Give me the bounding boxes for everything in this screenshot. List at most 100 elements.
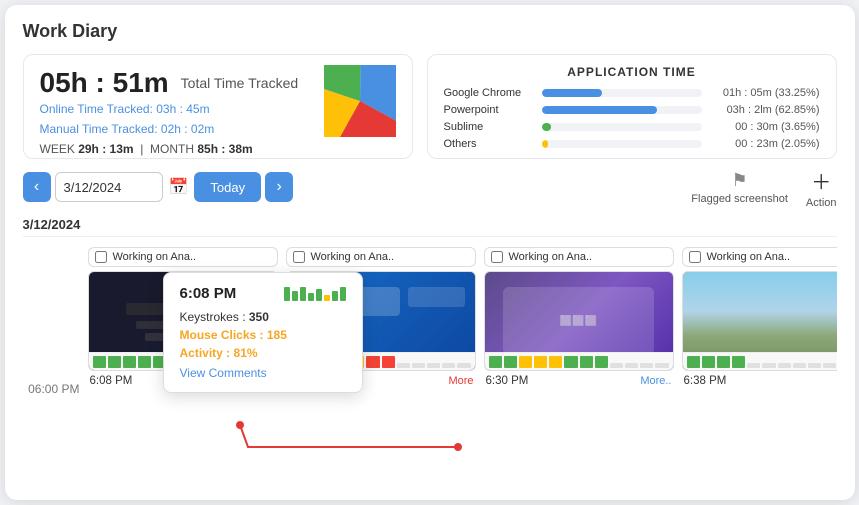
activity-bar: [108, 356, 121, 368]
activity-bars-overlay: [485, 352, 673, 370]
screenshot-header: Working on Ana..: [484, 247, 674, 267]
screenshot-img-area[interactable]: [682, 271, 837, 371]
app-bar: [542, 106, 657, 114]
activity-bar: [382, 356, 395, 368]
app-name: Google Chrome: [444, 87, 534, 99]
app-time-val: 01h : 05m (33.25%): [710, 87, 820, 99]
screenshot-title: Working on Ana..: [509, 251, 593, 263]
online-label: Online Time Tracked:: [40, 102, 153, 116]
activity-bar: [427, 363, 440, 368]
week-label: WEEK: [40, 142, 75, 156]
pie-chart: [324, 65, 396, 137]
total-time: 05h : 51m: [40, 67, 169, 99]
popup-bar: [340, 287, 346, 301]
app-bar: [542, 89, 603, 97]
manual-label: Manual Time Tracked:: [40, 122, 158, 136]
app-row: Others 00 : 23m (2.05%): [444, 138, 820, 150]
activity-bar: [762, 363, 775, 368]
flagged-screenshot-button[interactable]: ⚑ Flagged screenshot: [691, 170, 788, 205]
activity-bar: [123, 356, 136, 368]
activity-bar: [823, 363, 836, 368]
activity-bar: [564, 356, 577, 368]
action-label: Action: [806, 197, 837, 209]
plus-icon: ＋: [811, 166, 831, 195]
activity-bar: [504, 356, 517, 368]
more-link[interactable]: More: [448, 375, 473, 387]
app-time-val: 03h : 2lm (62.85%): [710, 104, 820, 116]
screenshot-checkbox[interactable]: [293, 251, 305, 263]
mouse-label: Mouse Clicks :: [180, 328, 264, 342]
activity-bar: [489, 356, 502, 368]
top-section: 05h : 51m Total Time Tracked Online Time…: [23, 54, 837, 159]
app-time-title: APPLICATION TIME: [444, 65, 820, 79]
activity-bar: [519, 356, 532, 368]
popup-mouse: Mouse Clicks : 185: [180, 328, 346, 342]
time-label: 06:00 PM: [23, 382, 88, 396]
app-name: Powerpoint: [444, 104, 534, 116]
app-time-val: 00 : 23m (2.05%): [710, 138, 820, 150]
activity-bars-overlay: [683, 352, 837, 370]
popup-activity-bars: [284, 287, 346, 301]
pie-chart-area: [324, 65, 396, 142]
popup-bar: [332, 291, 338, 301]
activity-bar: [702, 356, 715, 368]
activity-bar: [747, 363, 760, 368]
screenshot-col: Working on Ana.. 6:38 PM More..: [682, 247, 837, 486]
flagged-label: Flagged screenshot: [691, 193, 788, 205]
activity-bar: [778, 363, 791, 368]
screenshot-img-area[interactable]: ⬜⬜⬜: [484, 271, 674, 371]
screenshot-checkbox[interactable]: [689, 251, 701, 263]
activity-bar: [793, 363, 806, 368]
app-bar: [542, 123, 552, 131]
activity-bar: [549, 356, 562, 368]
activity-bar: [808, 363, 821, 368]
view-comments-link[interactable]: View Comments: [180, 366, 346, 380]
app-row: Powerpoint 03h : 2lm (62.85%): [444, 104, 820, 116]
app-bar-container: [542, 140, 702, 148]
calendar-icon[interactable]: 📅: [169, 177, 189, 197]
activity-bar: [625, 363, 638, 368]
screenshot-title: Working on Ana..: [113, 251, 197, 263]
screenshot-header: Working on Ana..: [682, 247, 837, 267]
popup-keystrokes: Keystrokes : 350: [180, 310, 346, 324]
popup-bar: [284, 287, 290, 301]
online-time: 03h : 45m: [156, 102, 209, 116]
screenshot-time: 6:08 PM: [90, 375, 133, 387]
mouse-val: 185: [267, 328, 287, 342]
popup-bar: [300, 287, 306, 301]
screenshot-col: Working on Ana.. ⬜⬜⬜ 6:30 PM More..: [484, 247, 674, 486]
screenshot-checkbox[interactable]: [95, 251, 107, 263]
activity-bar: [595, 356, 608, 368]
popup-activity: Activity : 81%: [180, 346, 346, 360]
app-time-card: APPLICATION TIME Google Chrome 01h : 05m…: [427, 54, 837, 159]
next-date-button[interactable]: ›: [265, 172, 293, 202]
keystrokes-label: Keystrokes :: [180, 310, 246, 324]
date-heading: 3/12/2024: [23, 215, 837, 237]
activity-bar: [610, 363, 623, 368]
more-link[interactable]: More..: [640, 375, 671, 387]
popup-bar: [316, 289, 322, 301]
popup-bar: [292, 291, 298, 301]
date-nav: ‹ 📅 Today › ⚑ Flagged screenshot ＋ Actio…: [23, 169, 837, 205]
week-time: 29h : 13m: [78, 142, 133, 156]
activity-bar: [687, 356, 700, 368]
activity-bar: [442, 363, 455, 368]
prev-date-button[interactable]: ‹: [23, 172, 51, 202]
date-input[interactable]: [55, 172, 163, 202]
popup-time-text: 6:08 PM: [180, 285, 237, 302]
activity-bar: [655, 363, 668, 368]
main-container: Work Diary 05h : 51m Total Time Tracked …: [5, 5, 855, 500]
app-bar-container: [542, 123, 702, 131]
activity-bar: [138, 356, 151, 368]
action-button[interactable]: ＋ Action: [806, 166, 837, 209]
week-month: WEEK 29h : 13m | MONTH 85h : 38m: [40, 142, 396, 156]
today-button[interactable]: Today: [194, 172, 261, 202]
screenshot-footer: 6:30 PM More..: [484, 375, 674, 387]
popup-time: 6:08 PM: [180, 285, 346, 302]
screenshot-title: Working on Ana..: [707, 251, 791, 263]
popup-bar: [324, 295, 330, 301]
activity-bar: [717, 356, 730, 368]
screenshot-checkbox[interactable]: [491, 251, 503, 263]
app-time-val: 00 : 30m (3.65%): [710, 121, 820, 133]
popup-tooltip: 6:08 PM Keystrokes : 350 Mouse Clicks : …: [163, 272, 363, 393]
